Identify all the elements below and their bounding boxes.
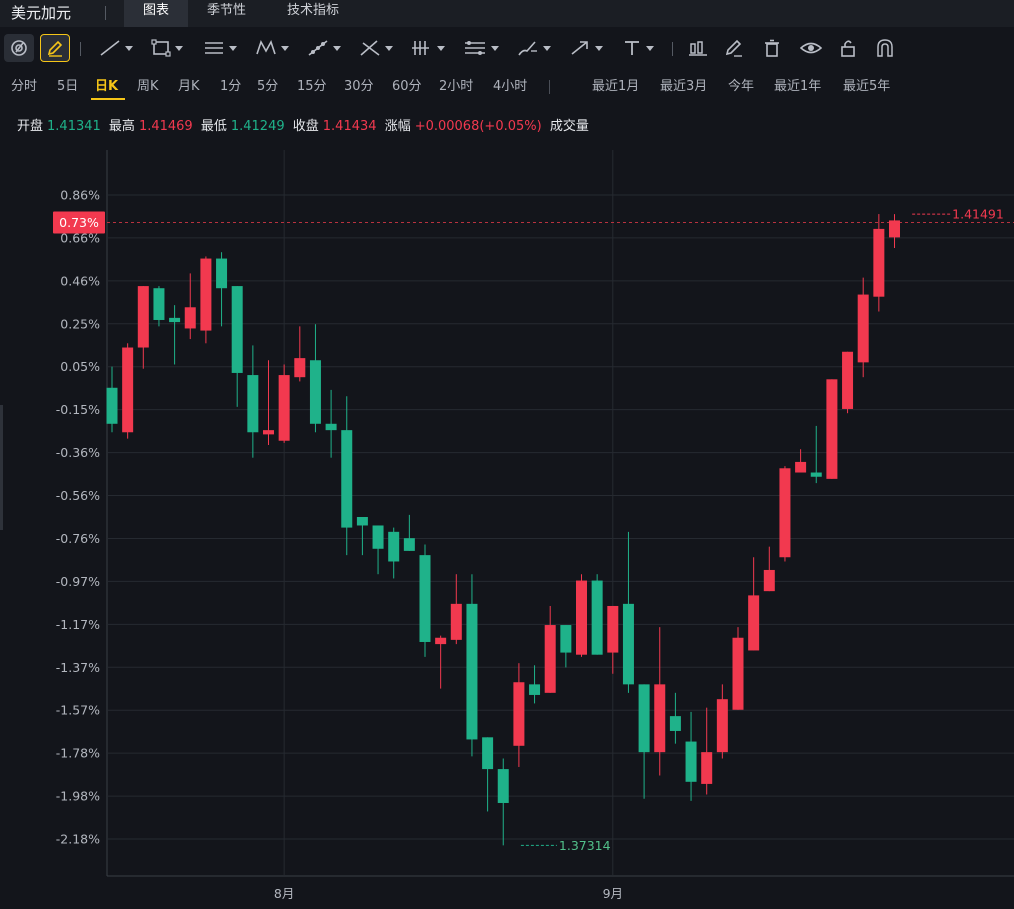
candle-body — [607, 605, 619, 653]
candle-body — [278, 375, 290, 441]
candle-body — [263, 430, 274, 435]
candle-body — [216, 258, 228, 289]
candle-body — [529, 684, 541, 695]
y-tick-label: -2.18% — [56, 832, 100, 847]
candle-body — [622, 603, 634, 685]
candle-body — [654, 684, 666, 753]
candle-body — [450, 603, 462, 640]
candle-body — [184, 307, 196, 329]
candle-body — [842, 351, 854, 409]
x-tick-label: 9月 — [603, 886, 623, 901]
candle-body — [466, 603, 478, 740]
candle-body — [388, 531, 400, 562]
y-tick-label: 0.86% — [60, 188, 100, 203]
candle-body — [482, 737, 494, 770]
candle-body — [873, 228, 885, 297]
candle-body — [763, 569, 775, 592]
candle-body — [294, 358, 306, 378]
candle-body — [106, 387, 118, 424]
candle-body — [122, 347, 134, 433]
candle-body — [701, 752, 713, 784]
candle-body — [419, 555, 431, 642]
candle-body — [591, 580, 603, 655]
y-tick-label: -1.37% — [56, 660, 100, 675]
candle-body — [560, 625, 572, 653]
current-price-label: 0.73% — [59, 215, 99, 230]
candle-body — [826, 379, 838, 479]
y-tick-label: -1.57% — [56, 703, 100, 718]
y-tick-label: -0.56% — [56, 488, 100, 503]
min-price-label: 1.37314 — [559, 838, 611, 853]
candle-body — [341, 430, 353, 528]
candle-body — [669, 716, 681, 731]
candle-body — [200, 258, 212, 331]
candle-body — [169, 317, 181, 323]
y-tick-label: 0.25% — [60, 316, 100, 331]
max-price-label: 1.41491 — [952, 207, 1004, 222]
candle-body — [795, 461, 807, 473]
candle-body — [779, 468, 791, 558]
candle-body — [309, 360, 321, 424]
candle-body — [137, 286, 149, 348]
candle-body — [325, 423, 337, 431]
candle-body — [810, 472, 822, 477]
candle-body — [513, 682, 525, 746]
candle-body — [497, 769, 509, 803]
y-tick-label: -1.17% — [56, 617, 100, 632]
y-tick-label: -1.78% — [56, 746, 100, 761]
candle-body — [372, 525, 384, 549]
y-tick-label: -0.15% — [56, 402, 100, 417]
candle-body — [356, 517, 368, 526]
y-tick-label: -1.98% — [56, 789, 100, 804]
y-tick-label: -0.76% — [56, 531, 100, 546]
candle-body — [153, 288, 165, 320]
candlestick-chart[interactable]: 0.86%0.66%0.46%0.25%0.05%-0.15%-0.36%-0.… — [0, 0, 1014, 909]
candle-body — [732, 637, 744, 710]
candle-body — [247, 375, 259, 433]
y-tick-label: -0.97% — [56, 574, 100, 589]
candle-body — [748, 595, 760, 651]
y-tick-label: 0.05% — [60, 359, 100, 374]
candle-body — [231, 286, 243, 373]
candle-body — [889, 220, 900, 238]
candle-body — [857, 294, 869, 363]
candle-body — [435, 637, 447, 645]
y-tick-label: -0.36% — [56, 445, 100, 460]
candle-body — [544, 625, 556, 693]
x-tick-label: 8月 — [274, 886, 294, 901]
candle-body — [685, 741, 697, 782]
y-tick-label: 0.46% — [60, 273, 100, 288]
candle-body — [638, 684, 650, 753]
candle-body — [403, 538, 415, 551]
candle-body — [576, 580, 587, 655]
candle-body — [716, 699, 728, 753]
